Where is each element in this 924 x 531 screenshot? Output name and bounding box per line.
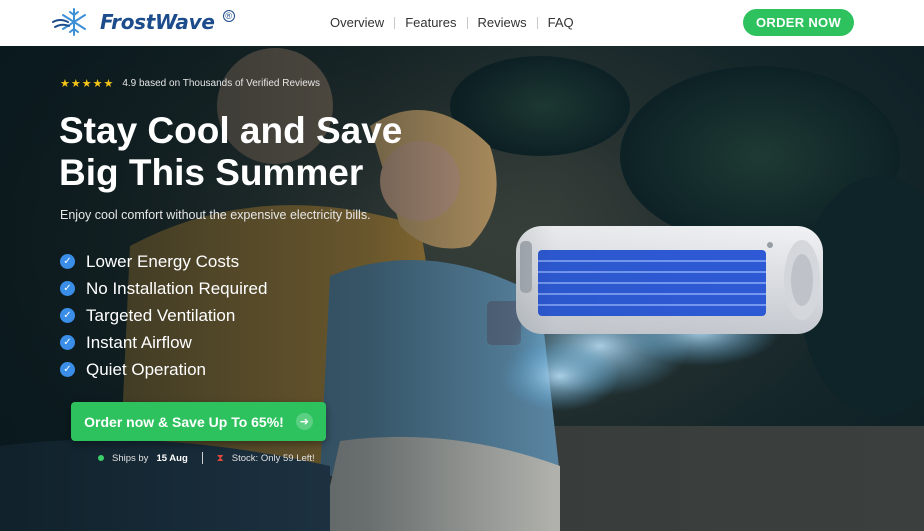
hero-title-line-1: Stay Cool and Save — [59, 110, 403, 151]
five-star-icon: ★★★★★ — [60, 78, 115, 90]
check-icon: ✓ — [60, 335, 75, 350]
feature-label: No Installation Required — [86, 278, 268, 298]
check-icon: ✓ — [60, 281, 75, 296]
order-save-button[interactable]: Order now & Save Up To 65%! ➜ — [71, 402, 326, 441]
list-item: ✓ Quiet Operation — [60, 356, 267, 383]
list-item: ✓ No Installation Required — [60, 275, 267, 302]
brand-name: FrostWave — [100, 10, 215, 34]
rating-text: 4.9 based on Thousands of Verified Revie… — [122, 78, 321, 89]
registered-mark: ® — [222, 10, 235, 22]
feature-label: Quiet Operation — [86, 359, 207, 379]
check-icon: ✓ — [60, 362, 75, 377]
hero-section: ★★★★★ 4.9 based on Thousands of Verified… — [0, 46, 924, 531]
shipping-stock-info: Ships by 15 Aug ⧗ Stock: Only 59 Left! — [98, 452, 315, 464]
green-dot-icon — [98, 455, 104, 461]
ships-date: 15 Aug — [156, 452, 188, 464]
feature-label: Instant Airflow — [86, 332, 192, 352]
list-item: ✓ Lower Energy Costs — [60, 248, 267, 275]
feature-list: ✓ Lower Energy Costs ✓ No Installation R… — [60, 248, 267, 383]
nav-link-overview[interactable]: Overview — [320, 15, 394, 30]
snowflake-logo-icon — [52, 8, 86, 36]
meta-divider — [201, 452, 203, 464]
nav-link-reviews[interactable]: Reviews — [468, 15, 537, 30]
top-nav: FrostWave ® Overview Features Reviews FA… — [0, 0, 924, 46]
stock-text: Stock: Only 59 Left! — [231, 452, 315, 464]
hero-subtitle: Enjoy cool comfort without the expensive… — [60, 208, 371, 222]
check-icon: ✓ — [60, 308, 75, 323]
hero-title: Stay Cool and Save Big This Summer — [59, 110, 479, 194]
feature-label: Lower Energy Costs — [86, 251, 240, 271]
ships-prefix: Ships by — [112, 452, 149, 464]
nav-link-features[interactable]: Features — [395, 15, 466, 30]
nav-link-faq[interactable]: FAQ — [538, 15, 584, 30]
arrow-right-icon: ➜ — [295, 413, 313, 430]
brand-logo[interactable]: FrostWave ® — [52, 6, 235, 38]
order-save-label: Order now & Save Up To 65%! — [84, 413, 284, 430]
list-item: ✓ Instant Airflow — [60, 329, 267, 356]
hero-title-line-2: Big This Summer — [59, 152, 364, 193]
hourglass-icon: ⧗ — [216, 452, 224, 464]
feature-label: Targeted Ventilation — [86, 305, 236, 325]
rating-summary: ★★★★★ 4.9 based on Thousands of Verified… — [60, 77, 320, 90]
check-icon: ✓ — [60, 254, 75, 269]
order-now-button[interactable]: ORDER NOW — [743, 9, 854, 36]
nav-menu: Overview Features Reviews FAQ — [320, 15, 584, 30]
list-item: ✓ Targeted Ventilation — [60, 302, 267, 329]
